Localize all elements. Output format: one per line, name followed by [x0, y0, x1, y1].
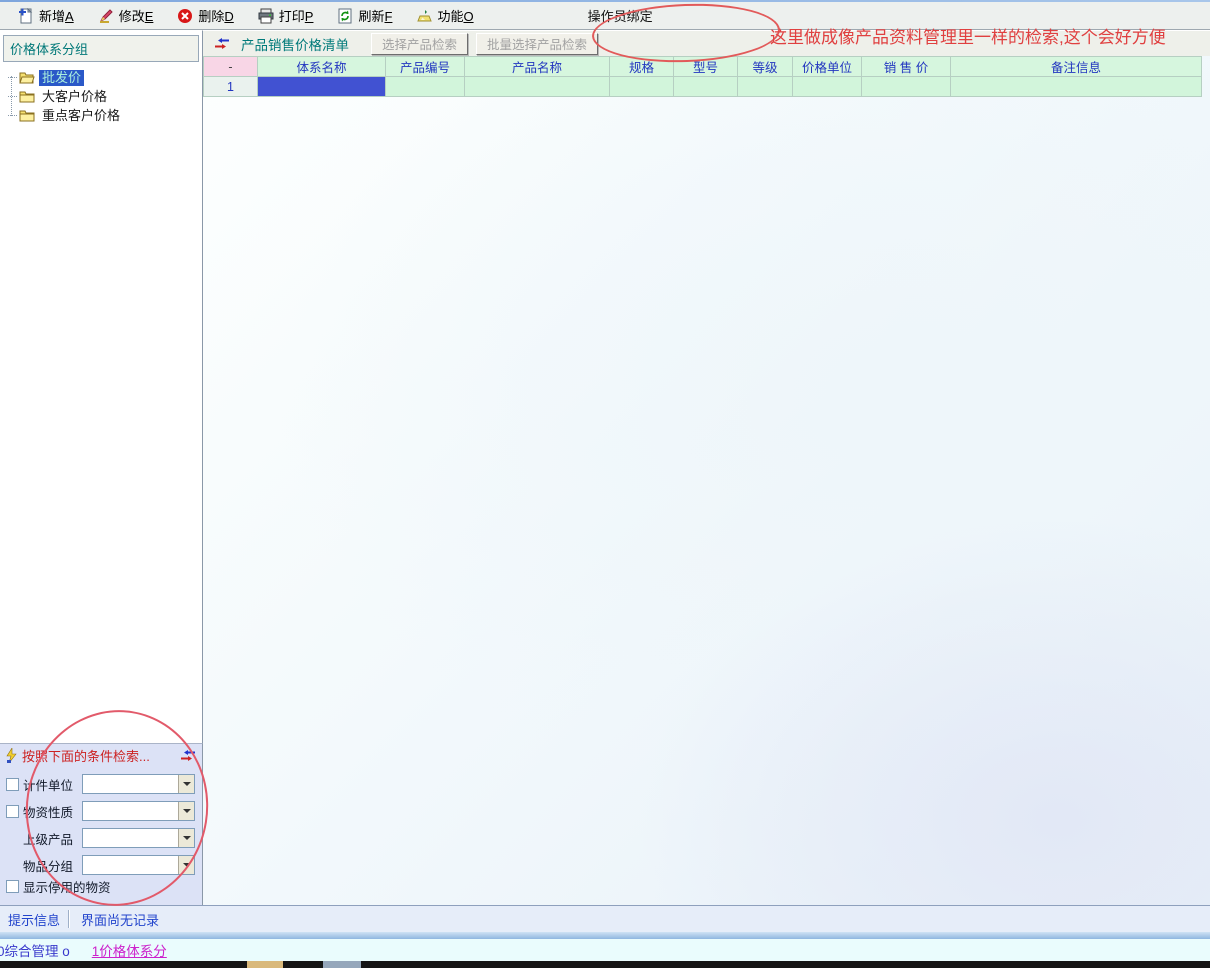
refresh-label: 刷新: [358, 9, 384, 24]
edit-button[interactable]: 修改E: [92, 3, 160, 28]
table-row[interactable]: 1: [204, 77, 1202, 97]
column-header-corner[interactable]: -: [204, 57, 258, 77]
module-taskbar: 0综合管理 o 1价格体系分: [0, 939, 1210, 961]
column-header-product-code[interactable]: 产品编号: [386, 57, 465, 77]
table-cell[interactable]: [386, 77, 465, 97]
column-header-product-name[interactable]: 产品名称: [465, 57, 610, 77]
print-icon: [258, 8, 274, 24]
taskbar-item-general-management[interactable]: 0综合管理 o: [0, 940, 70, 960]
tree-item-label[interactable]: 重点客户价格: [39, 108, 123, 124]
table-cell[interactable]: [793, 77, 862, 97]
new-icon: [18, 8, 34, 24]
print-button[interactable]: 打印P: [252, 3, 320, 28]
table-cell[interactable]: [674, 77, 738, 97]
folder-icon: [19, 90, 35, 103]
show-disabled-checkbox[interactable]: [6, 880, 19, 893]
edit-icon: [98, 8, 114, 24]
tree-item-wholesale[interactable]: 批发价: [8, 68, 202, 87]
table-cell[interactable]: [951, 77, 1202, 97]
print-label: 打印: [279, 9, 305, 24]
status-label: 提示信息: [0, 910, 68, 929]
selected-cell[interactable]: [258, 77, 386, 97]
batch-select-product-search-button[interactable]: 批量选择产品检索: [476, 33, 598, 55]
column-header-remark[interactable]: 备注信息: [951, 57, 1202, 77]
open-folder-icon: [19, 71, 35, 84]
function-icon: [416, 8, 432, 24]
page-title: 产品销售价格清单: [241, 34, 349, 54]
price-group-tree: 批发价 大客户价格 重点客户价格: [0, 64, 202, 125]
taskbar-item-price-system[interactable]: 1价格体系分: [92, 940, 167, 960]
delete-icon: [177, 8, 193, 24]
table-cell[interactable]: [862, 77, 951, 97]
annotation-note: 这里做成像产品资料管理里一样的检索,这个会好方便: [770, 23, 1166, 48]
table-cell[interactable]: [465, 77, 610, 97]
swap-arrows-icon[interactable]: [213, 38, 231, 49]
status-bar: 提示信息 界面尚无记录: [0, 905, 1210, 932]
delete-button[interactable]: 删除D: [171, 3, 239, 28]
taskbar-fragment: [323, 961, 361, 968]
lightning-icon: [5, 748, 18, 763]
status-message: 界面尚无记录: [81, 910, 159, 929]
unit-filter-checkbox[interactable]: [6, 778, 19, 791]
table-cell[interactable]: [738, 77, 793, 97]
price-list-table: - 体系名称 产品编号 产品名称 规格 型号 等级 价格单位 销 售 价 备注信…: [203, 56, 1202, 97]
material-nature-checkbox[interactable]: [6, 805, 19, 818]
column-header-sale-price[interactable]: 销 售 价: [862, 57, 951, 77]
function-label: 功能: [437, 9, 463, 24]
column-header-system-name[interactable]: 体系名称: [258, 57, 386, 77]
add-button[interactable]: 新增A: [12, 3, 80, 28]
tree-item-key-customer[interactable]: 重点客户价格: [8, 106, 202, 125]
refresh-button[interactable]: 刷新F: [331, 3, 398, 28]
tree-item-big-customer[interactable]: 大客户价格: [8, 87, 202, 106]
select-product-search-button[interactable]: 选择产品检索: [371, 33, 468, 55]
row-number-cell[interactable]: 1: [204, 77, 258, 97]
bottom-gradient-strip: [0, 932, 1210, 939]
taskbar-fragment: [247, 961, 283, 968]
add-label: 新增: [39, 9, 65, 24]
tree-item-label[interactable]: 批发价: [39, 70, 84, 86]
refresh-icon: [337, 8, 353, 24]
screen-bottom-edge: [0, 961, 1210, 968]
edit-label: 修改: [119, 9, 145, 24]
delete-label: 删除: [198, 9, 224, 24]
status-divider: [68, 910, 69, 928]
column-header-grade[interactable]: 等级: [738, 57, 793, 77]
column-header-price-unit[interactable]: 价格单位: [793, 57, 862, 77]
tree-item-label[interactable]: 大客户价格: [39, 89, 110, 105]
table-cell[interactable]: [610, 77, 674, 97]
price-group-panel-title: 价格体系分组: [3, 35, 199, 62]
function-button[interactable]: 功能O: [410, 3, 479, 28]
main-content-area: - 体系名称 产品编号 产品名称 规格 型号 等级 价格单位 销 售 价 备注信…: [203, 56, 1210, 905]
folder-icon: [19, 109, 35, 122]
